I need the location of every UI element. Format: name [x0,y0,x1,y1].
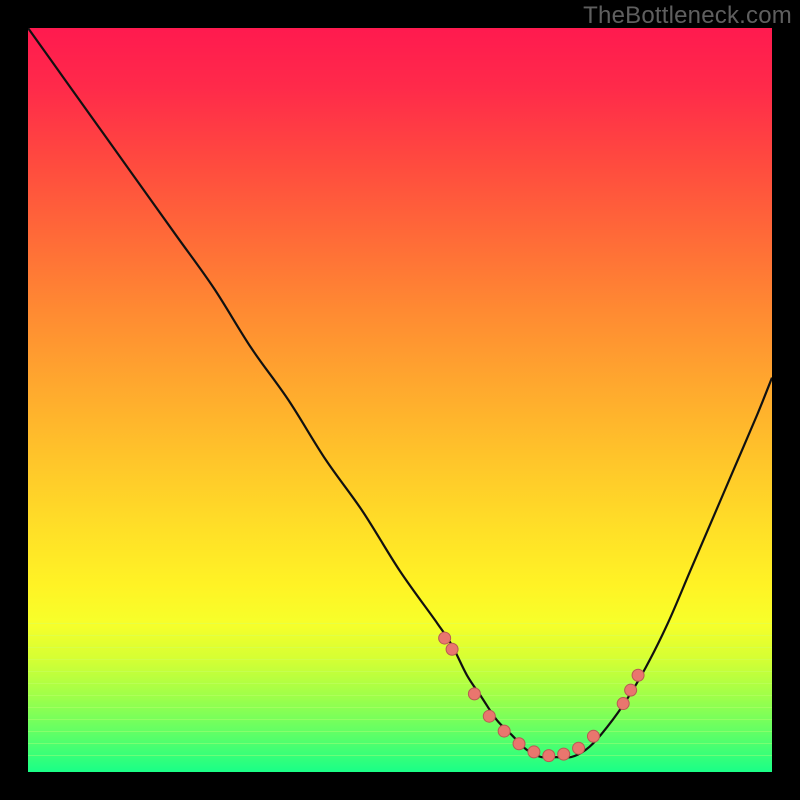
curve-marker [446,643,458,655]
curve-marker [513,738,525,750]
curve-marker [558,748,570,760]
curve-marker [439,632,451,644]
curve-marker [632,669,644,681]
watermark-text: TheBottleneck.com [583,2,792,30]
chart-frame: TheBottleneck.com [0,0,800,800]
curve-marker [625,684,637,696]
curve-svg [28,28,772,772]
bottleneck-curve-path [28,28,772,758]
curve-marker [528,746,540,758]
curve-marker [587,730,599,742]
plot-area [28,28,772,772]
curve-marker [483,710,495,722]
curve-marker [543,750,555,762]
curve-marker [573,742,585,754]
curve-marker [617,698,629,710]
curve-markers [439,632,644,762]
curve-marker [468,688,480,700]
curve-marker [498,725,510,737]
